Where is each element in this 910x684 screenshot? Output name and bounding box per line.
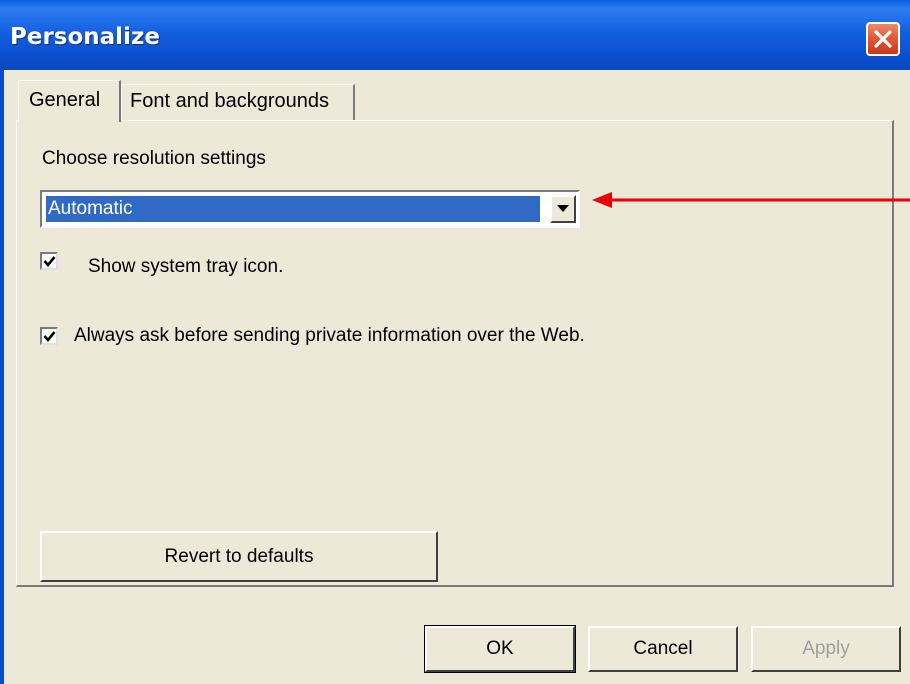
resolution-select-value: Automatic	[46, 196, 540, 222]
ok-button[interactable]: OK	[424, 625, 576, 673]
resolution-select[interactable]: Automatic	[40, 190, 580, 228]
chevron-down-icon	[557, 205, 569, 212]
resolution-label: Choose resolution settings	[42, 148, 266, 169]
window-title: Personalize	[10, 24, 160, 50]
tab-general[interactable]: General	[18, 80, 121, 122]
tab-fonts-label: Font and backgrounds	[130, 90, 330, 112]
revert-to-defaults-button[interactable]: Revert to defaults	[40, 531, 438, 582]
tab-general-label: General	[29, 89, 101, 111]
ask-before-sending-label[interactable]: Always ask before sending private inform…	[74, 325, 585, 347]
apply-button[interactable]: Apply	[751, 626, 901, 672]
title-bar[interactable]: Personalize	[0, 0, 910, 70]
show-tray-icon-label[interactable]: Show system tray icon.	[88, 256, 283, 278]
resolution-dropdown-button[interactable]	[550, 195, 576, 223]
checkmark-icon	[43, 331, 56, 343]
close-icon	[874, 30, 892, 48]
ask-before-sending-checkbox[interactable]	[40, 327, 58, 345]
window-frame	[0, 70, 4, 684]
cancel-button[interactable]: Cancel	[588, 626, 738, 672]
annotation-arrow-icon	[592, 192, 910, 208]
checkmark-icon	[43, 256, 56, 268]
close-button[interactable]	[866, 22, 900, 56]
tab-font-and-backgrounds[interactable]: Font and backgrounds	[121, 84, 355, 120]
personalize-dialog: Personalize General Font and backgrounds…	[0, 0, 910, 684]
show-tray-icon-checkbox[interactable]	[40, 252, 58, 270]
